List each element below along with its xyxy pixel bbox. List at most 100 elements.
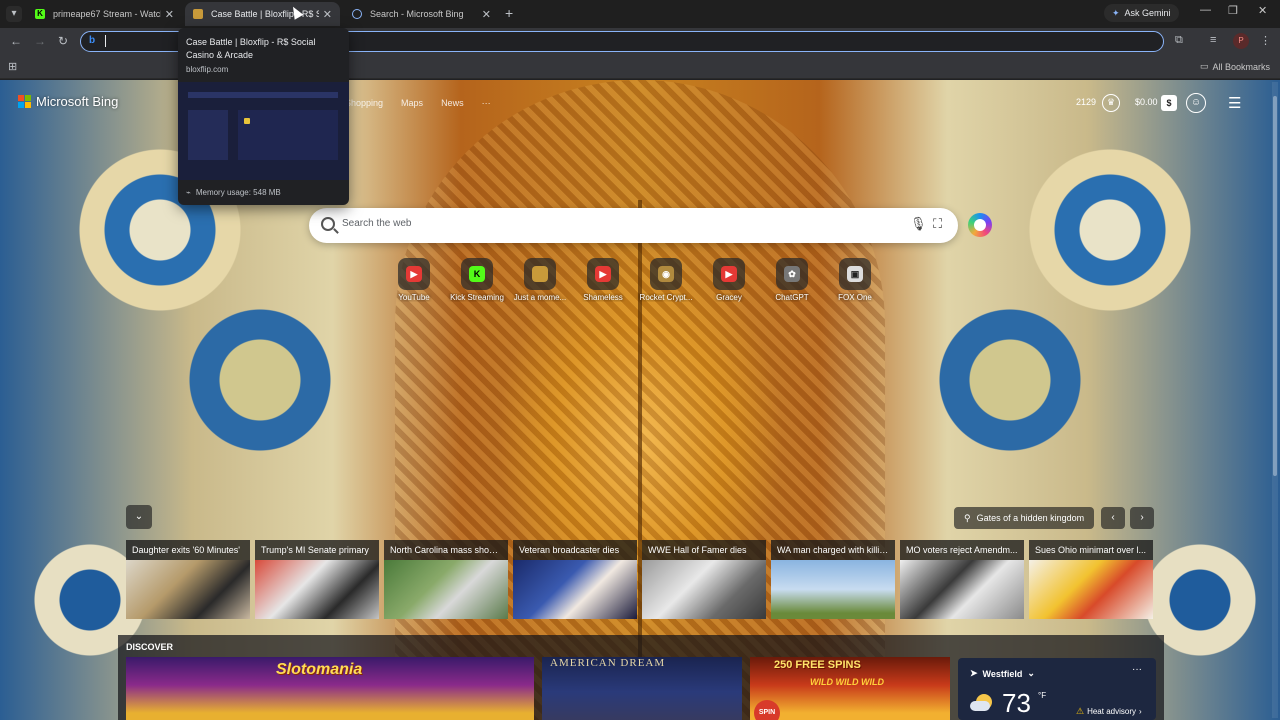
preview-title: Case Battle | Bloxflip - R$ Social Casin… <box>186 37 316 60</box>
maximize-button[interactable]: ❐ <box>1228 4 1238 17</box>
youtube-icon: ▶ <box>721 266 737 282</box>
ask-gemini-button[interactable]: ✦ Ask Gemini <box>1104 4 1179 22</box>
fox-one-icon: ▣ <box>847 266 863 282</box>
news-card[interactable]: North Carolina mass shoot... <box>384 540 508 619</box>
copilot-icon[interactable] <box>968 213 992 237</box>
quick-link-just-a-moment[interactable]: Just a mome... <box>514 258 566 302</box>
reload-button[interactable]: ↻ <box>58 34 68 48</box>
tab-search-button[interactable]: ▾ <box>6 6 22 22</box>
nav-more[interactable]: ··· <box>482 98 491 108</box>
quick-links: ▶ YouTube K Kick Streaming Just a mome..… <box>398 258 872 302</box>
balance-text[interactable]: $0.00 <box>1135 97 1158 107</box>
close-icon[interactable]: ✕ <box>165 8 174 21</box>
quick-link-label: YouTube <box>398 293 430 302</box>
close-icon[interactable]: ✕ <box>323 8 332 21</box>
rewards-medal-icon[interactable]: ♛ <box>1102 94 1120 112</box>
rocket-crypt-icon: ◉ <box>658 266 674 282</box>
slotomania-text: Slotomania <box>276 661 363 678</box>
more-options-icon[interactable]: ··· <box>1132 664 1142 675</box>
search-icon <box>321 217 335 231</box>
tab-bing[interactable]: Search - Microsoft Bing ✕ <box>344 2 499 26</box>
tab-bloxflip[interactable]: Case Battle | Bloxflip - R$ Social ✕ <box>185 2 340 26</box>
news-image <box>771 560 895 619</box>
news-title: North Carolina mass shoot... <box>384 540 508 560</box>
collapse-feed-button[interactable]: ⌄ <box>126 505 152 529</box>
search-input[interactable]: Search the web <box>342 218 412 229</box>
gemini-icon: ✦ <box>1112 7 1120 18</box>
nav-shopping[interactable]: Shopping <box>345 98 383 108</box>
news-card[interactable]: WWE Hall of Famer dies <box>642 540 766 619</box>
forward-button[interactable]: → <box>34 34 46 48</box>
microsoft-logo-icon <box>18 95 31 108</box>
all-bookmarks-button[interactable]: ▭ All Bookmarks <box>1200 61 1270 72</box>
visual-search-icon[interactable]: ⛶ <box>933 216 942 232</box>
next-image-button[interactable]: › <box>1130 507 1154 529</box>
quick-link-label: FOX One <box>838 293 872 302</box>
nav-news[interactable]: News <box>441 98 464 108</box>
news-card[interactable]: Sues Ohio minimart over l... <box>1029 540 1153 619</box>
youtube-icon: ▶ <box>595 266 611 282</box>
quick-link-shameless[interactable]: ▶ Shameless <box>583 258 623 302</box>
news-card[interactable]: Veteran broadcaster dies <box>513 540 637 619</box>
weather-location[interactable]: ➤ Westfield ⌄ <box>970 668 1035 679</box>
media-controls-icon[interactable]: ≡ <box>1210 34 1216 46</box>
bloxflip-icon <box>532 266 548 282</box>
new-tab-button[interactable]: + <box>505 5 513 21</box>
minimize-button[interactable]: — <box>1200 4 1211 16</box>
news-card[interactable]: Trump's MI Senate primary <box>255 540 379 619</box>
scrollbar[interactable] <box>1272 82 1278 718</box>
news-image <box>255 560 379 619</box>
quick-link-rocket-crypt[interactable]: ◉ Rocket Crypt... <box>640 258 692 302</box>
user-account-icon[interactable]: ☺ <box>1186 93 1206 113</box>
memory-usage-text: Memory usage: 548 MB <box>195 188 281 197</box>
profile-avatar[interactable]: P <box>1233 33 1249 49</box>
news-card[interactable]: MO voters reject Amendm... <box>900 540 1024 619</box>
news-card[interactable]: WA man charged with killing <box>771 540 895 619</box>
close-icon[interactable]: ✕ <box>482 8 491 21</box>
quick-link-chatgpt[interactable]: ✿ ChatGPT <box>775 258 809 302</box>
memory-usage: ⌁ Memory usage: 548 MB <box>186 188 281 197</box>
free-spins-text: 250 FREE SPINS <box>774 659 861 671</box>
heat-advisory-link[interactable]: ⚠ Heat advisory › <box>1076 706 1142 717</box>
american-dream-text: AMERICAN DREAM <box>550 657 666 669</box>
quick-link-kick[interactable]: K Kick Streaming <box>450 258 504 302</box>
discover-card-free-spins[interactable]: 250 FREE SPINS WILD WILD WILD SPIN <box>750 657 950 720</box>
weather-widget[interactable]: ➤ Westfield ⌄ ··· 73 °F ⚠ Heat advisory … <box>958 658 1156 720</box>
previous-image-button[interactable]: ‹ <box>1101 507 1125 529</box>
chatgpt-icon: ✿ <box>784 266 800 282</box>
spin-text: SPIN <box>754 700 780 720</box>
youtube-icon: ▶ <box>406 266 422 282</box>
quick-link-label: Shameless <box>583 293 623 302</box>
quick-link-youtube[interactable]: ▶ YouTube <box>398 258 430 302</box>
news-card[interactable]: Daughter exits '60 Minutes' <box>126 540 250 619</box>
nav-maps[interactable]: Maps <box>401 98 423 108</box>
news-carousel: Daughter exits '60 Minutes' Trump's MI S… <box>126 540 1153 619</box>
memory-icon: ⌁ <box>186 188 191 197</box>
quick-link-label: Gracey <box>716 293 742 302</box>
all-bookmarks-label: All Bookmarks <box>1212 61 1270 72</box>
news-title: MO voters reject Amendm... <box>900 540 1024 560</box>
more-menu-icon[interactable]: ⋮ <box>1260 34 1271 47</box>
news-title: Sues Ohio minimart over l... <box>1029 540 1153 560</box>
news-title: WA man charged with killing <box>771 540 895 560</box>
search-box[interactable]: Search the web 🎙︎ ⛶ <box>309 208 958 243</box>
rewards-points[interactable]: 2129 <box>1076 97 1096 107</box>
apps-grid-icon[interactable]: ⊞ <box>8 60 17 73</box>
extensions-icon[interactable]: ⧉ <box>1175 34 1183 47</box>
close-window-button[interactable]: ✕ <box>1258 4 1267 17</box>
tab-primeape[interactable]: K primeape67 Stream - Watch Live ✕ <box>27 2 182 26</box>
discover-card-slotomania[interactable]: Slotomania <box>126 657 534 720</box>
microphone-icon[interactable]: 🎙︎ <box>910 216 927 232</box>
scrollbar-thumb[interactable] <box>1273 96 1277 476</box>
hamburger-menu-icon[interactable]: ☰ <box>1228 94 1241 112</box>
image-info-button[interactable]: ⚲ Gates of a hidden kingdom <box>954 507 1095 529</box>
discover-card-american-dream[interactable]: AMERICAN DREAM <box>542 657 742 720</box>
quick-link-gracey[interactable]: ▶ Gracey <box>713 258 745 302</box>
quick-link-fox-one[interactable]: ▣ FOX One <box>838 258 872 302</box>
news-image <box>1029 560 1153 619</box>
news-image <box>384 560 508 619</box>
bing-logo[interactable]: Microsoft Bing <box>18 94 118 109</box>
dollar-icon[interactable]: $ <box>1161 95 1177 111</box>
tab-strip: ▾ K primeape67 Stream - Watch Live ✕ Cas… <box>0 0 1280 28</box>
back-button[interactable]: ← <box>10 34 22 48</box>
